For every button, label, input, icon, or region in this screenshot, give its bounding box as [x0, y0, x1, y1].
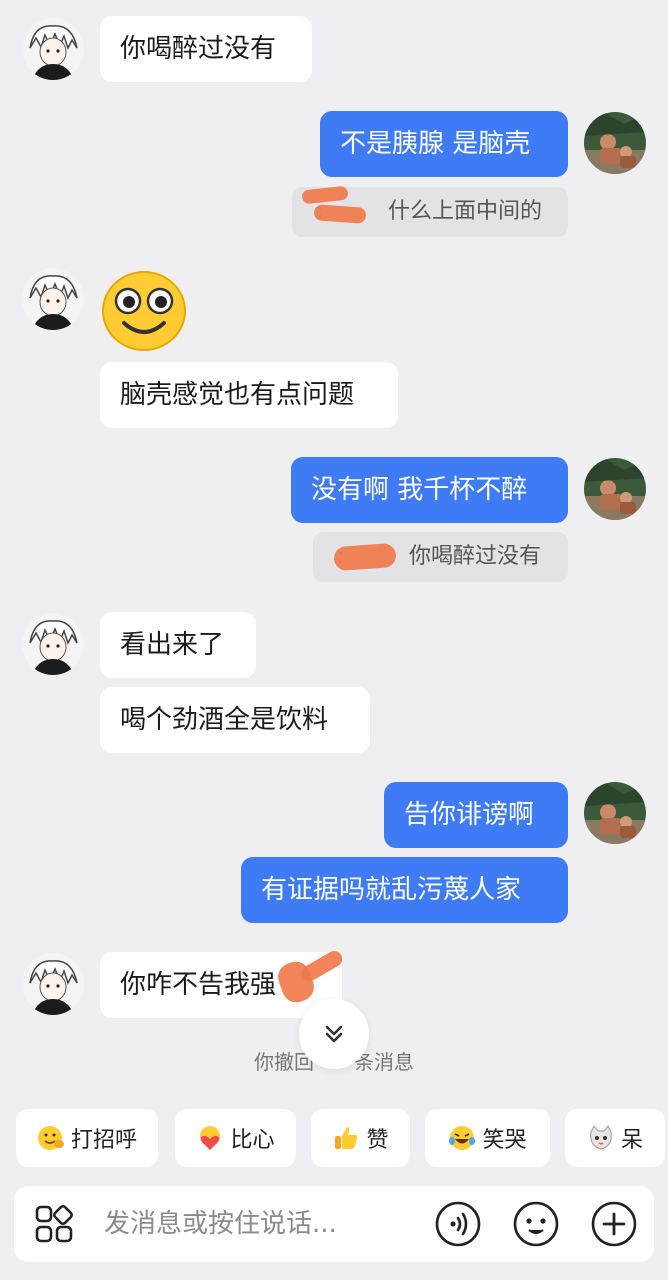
message-bubble-outgoing[interactable]: 有证据吗就乱污蔑人家: [241, 857, 568, 923]
quoted-text: 你喝醉过没有: [409, 544, 542, 569]
message-input[interactable]: 发消息或按住说话...: [104, 1186, 337, 1262]
quick-reply-label: 赞: [366, 1128, 389, 1153]
cat-face-icon: [590, 1125, 612, 1150]
message-bubble-incoming[interactable]: 你喝醉过没有: [100, 16, 312, 82]
quick-reply-label: 打招呼: [70, 1128, 137, 1153]
wave-face-icon: [37, 1126, 64, 1150]
scroll-to-bottom-button[interactable]: [299, 999, 369, 1069]
tears-of-joy-icon: [449, 1126, 476, 1150]
quick-reply-daze[interactable]: 呆: [565, 1109, 665, 1167]
heart-hands-icon: [200, 1126, 221, 1150]
message-bubble-outgoing[interactable]: 没有啊 我千杯不醉: [291, 457, 568, 523]
smile-emoji-icon[interactable]: [102, 271, 186, 351]
quick-reply-like[interactable]: 赞: [311, 1109, 410, 1167]
emoji-icon[interactable]: [512, 1200, 560, 1248]
quick-reply-label: 呆: [620, 1128, 643, 1153]
message-input-bar: 发消息或按住说话...: [14, 1186, 654, 1262]
avatar-contact[interactable]: [22, 18, 84, 80]
avatar-self[interactable]: [584, 782, 646, 844]
voice-icon[interactable]: [434, 1200, 482, 1248]
message-bubble-outgoing[interactable]: 不是胰腺 是脑壳: [320, 111, 568, 177]
avatar-contact[interactable]: [22, 953, 84, 1015]
quick-reply-heart[interactable]: 比心: [175, 1109, 296, 1167]
redaction-mark: [333, 542, 397, 572]
message-bubble-outgoing[interactable]: 告你诽谤啊: [384, 782, 568, 848]
avatar-contact[interactable]: [22, 268, 84, 330]
plus-icon[interactable]: [590, 1200, 638, 1248]
message-bubble-incoming[interactable]: 喝个劲酒全是饮料: [100, 687, 370, 753]
message-bubble-incoming[interactable]: 脑壳感觉也有点问题: [100, 362, 398, 428]
quick-reply-laugh-cry[interactable]: 笑哭: [425, 1109, 550, 1167]
avatar-contact[interactable]: [22, 613, 84, 675]
thumbs-up-icon: [335, 1127, 358, 1149]
quick-reply-wave[interactable]: 打招呼: [16, 1109, 158, 1167]
quoted-text: 什么上面中间的: [388, 199, 543, 224]
apps-grid-icon[interactable]: [34, 1204, 74, 1244]
double-chevron-down-icon: [325, 1025, 343, 1043]
avatar-self[interactable]: [584, 458, 646, 520]
avatar-self[interactable]: [584, 112, 646, 174]
quick-reply-label: 比心: [230, 1128, 275, 1153]
quick-reply-label: 笑哭: [482, 1128, 527, 1153]
message-bubble-incoming[interactable]: 看出来了: [100, 612, 256, 678]
